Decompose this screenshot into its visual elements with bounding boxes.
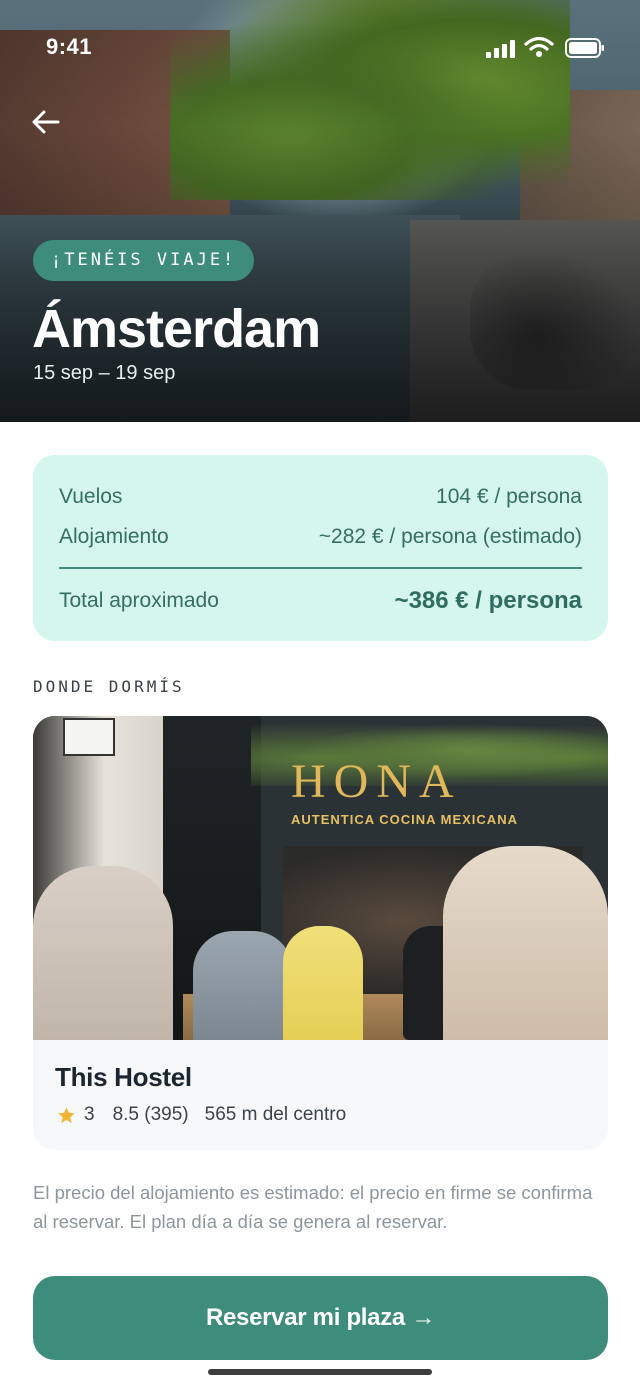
person-figure [193,931,293,1040]
restaurant-subsign: AUTENTICA COCINA MEXICANA [291,812,518,827]
wifi-icon [524,36,554,57]
total-label: Total aproximado [59,589,219,612]
price-label: Alojamiento [59,525,169,548]
star-icon [58,1106,75,1123]
price-label: Vuelos [59,485,123,508]
home-indicator[interactable] [208,1369,432,1375]
price-row-flights: Vuelos 104 € / persona [59,485,582,509]
cellular-signal-icon [486,40,516,58]
status-time: 9:41 [46,34,93,59]
section-label-accommodation: DONDE DORMÍS [33,677,185,696]
person-figure [33,866,173,1040]
trip-badge: ¡TENÉIS VIAJE! [33,240,255,281]
restaurant-sign: HONA [291,755,462,808]
reserve-button[interactable]: Reservar mi plaza → [33,1276,608,1360]
hotel-rating: 8.5 (395) [112,1104,189,1125]
person-figure [443,846,608,1040]
price-value: ~282 € / persona (estimado) [318,525,582,548]
hotel-distance: 565 m del centro [204,1104,347,1125]
back-arrow-icon[interactable] [30,106,62,138]
destination-title: Ámsterdam [32,299,321,359]
price-divider [59,567,582,569]
hostel-sign [63,718,115,756]
trip-dates: 15 sep – 19 sep [33,362,176,384]
battery-icon [565,38,604,58]
price-disclaimer: El precio del alojamiento es estimado: e… [33,1182,593,1232]
status-bar: 9:41 [0,0,640,100]
price-summary-card: Vuelos 104 € / persona Alojamiento ~282 … [33,455,608,641]
hotel-photo: HONA AUTENTICA COCINA MEXICANA [33,716,608,1040]
person-figure [283,926,363,1040]
hotel-card[interactable]: HONA AUTENTICA COCINA MEXICANA This Host… [33,716,608,1150]
hotel-meta: 3 8.5 (395) 565 m del centro [57,1104,346,1126]
total-value: ~386 € / persona [394,587,582,614]
price-row-total: Total aproximado ~386 € / persona [59,587,582,615]
hotel-name: This Hostel [55,1062,192,1092]
price-row-accommodation: Alojamiento ~282 € / persona (estimado) [59,525,582,549]
price-value: 104 € / persona [436,485,582,508]
hotel-stars: 3 [84,1104,95,1125]
